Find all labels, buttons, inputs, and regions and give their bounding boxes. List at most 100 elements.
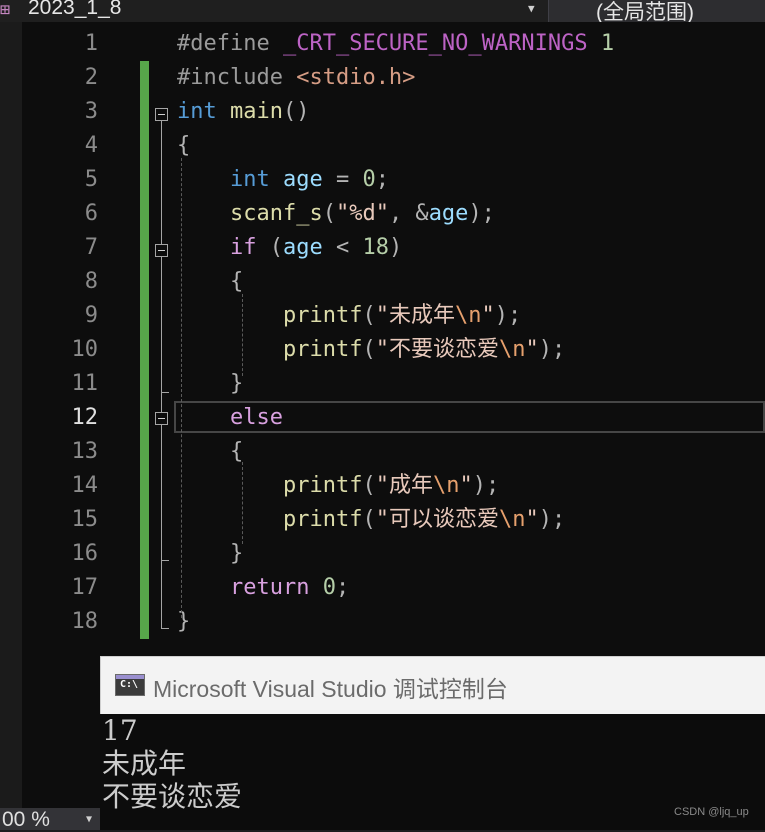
code-token: return	[229, 575, 310, 600]
code-token: 1	[600, 31, 615, 56]
code-line[interactable]: 17 return 0;	[0, 571, 765, 605]
code-text: #include <stdio.h>	[177, 61, 415, 95]
code-token: );	[538, 337, 566, 362]
console-icon-text: C:\	[120, 679, 139, 690]
code-token: age	[282, 167, 323, 192]
code-token: (	[362, 303, 376, 328]
code-token: if	[229, 235, 257, 260]
code-token: "	[525, 337, 539, 362]
code-line[interactable]: 13 {	[0, 435, 765, 469]
code-line[interactable]: 18}	[0, 605, 765, 639]
code-text: return 0;	[177, 571, 349, 605]
zoom-level: 00 %	[2, 808, 50, 831]
code-line[interactable]: 5 int age = 0;	[0, 163, 765, 197]
line-number: 1	[84, 31, 98, 56]
code-line[interactable]: 6 scanf_s("%d", &age);	[0, 197, 765, 231]
fold-end-if	[161, 392, 169, 393]
code-token: printf	[282, 303, 363, 328]
line-number: 13	[71, 439, 99, 464]
console-output-line: 未成年	[102, 747, 187, 780]
code-token: int	[229, 167, 270, 192]
line-number: 16	[71, 541, 99, 566]
code-token: )	[388, 235, 403, 260]
code-text: if (age < 18)	[177, 231, 402, 265]
code-token: "可以谈恋爱	[375, 507, 499, 532]
code-token: _CRT_SECURE_NO_WARNINGS	[282, 31, 588, 56]
code-text: }	[177, 367, 243, 401]
fold-end-else	[161, 560, 169, 561]
scope-dropdown[interactable]: (全局范围)	[556, 0, 765, 24]
chevron-down-icon[interactable]: ▼	[86, 814, 92, 825]
console-output[interactable]: 17 未成年 不要谈恋爱	[102, 714, 762, 813]
code-line[interactable]: 16 }	[0, 537, 765, 571]
code-text: }	[177, 605, 190, 639]
debug-console-window[interactable]: C:\ Microsoft Visual Studio 调试控制台 17 未成年…	[100, 656, 765, 830]
watermark: CSDN @ljq_up	[674, 806, 749, 818]
code-token: "	[459, 473, 473, 498]
console-output-line: 不要谈恋爱	[102, 780, 243, 813]
code-token: age	[282, 235, 323, 260]
code-text: {	[177, 129, 190, 163]
code-token: ;	[375, 167, 389, 192]
line-number: 14	[71, 473, 99, 498]
line-number: 8	[84, 269, 98, 294]
zoom-dropdown[interactable]: 00 % ▼	[0, 808, 100, 831]
console-title-bar[interactable]: C:\ Microsoft Visual Studio 调试控制台	[100, 656, 765, 714]
code-text: printf("可以谈恋爱\n");	[177, 503, 565, 537]
code-token: =	[322, 167, 363, 192]
code-token: );	[538, 507, 566, 532]
code-token: ()	[282, 99, 310, 124]
code-line[interactable]: 11 }	[0, 367, 765, 401]
code-token: printf	[282, 337, 363, 362]
indent-guide	[242, 462, 243, 544]
project-dropdown[interactable]: ⊞ 2023_1_8 ▼	[0, 0, 549, 22]
code-line[interactable]: 15 printf("可以谈恋爱\n");	[0, 503, 765, 537]
console-title: Microsoft Visual Studio 调试控制台	[153, 676, 508, 702]
code-line[interactable]: 12 else	[0, 401, 765, 435]
code-token: , &	[388, 201, 429, 226]
code-line[interactable]: 8 {	[0, 265, 765, 299]
code-line[interactable]: 2 #include <stdio.h>	[0, 61, 765, 95]
code-text: {	[177, 265, 243, 299]
line-number: 10	[71, 337, 99, 362]
code-line[interactable]: 10 printf("不要谈恋爱\n");	[0, 333, 765, 367]
collapse-else-icon[interactable]	[155, 412, 168, 425]
fold-line-else	[161, 425, 162, 560]
code-token: printf	[282, 473, 363, 498]
code-token: "不要谈恋爱	[375, 337, 499, 362]
code-line[interactable]: 4{	[0, 129, 765, 163]
change-tracking-bar	[140, 61, 149, 639]
collapse-if-icon[interactable]	[155, 244, 168, 257]
code-token: ;	[335, 575, 350, 600]
indent-guide	[242, 294, 243, 376]
code-token: #define	[177, 31, 283, 56]
code-token: scanf_s	[229, 201, 323, 226]
code-line[interactable]: 9 printf("未成年\n");	[0, 299, 765, 333]
code-token: <stdio.h>	[296, 65, 416, 90]
code-token: "	[481, 303, 495, 328]
collapse-main-icon[interactable]	[155, 108, 168, 121]
line-number: 2	[84, 65, 98, 90]
code-token: {	[177, 269, 244, 294]
code-text: else	[177, 401, 283, 435]
code-token: 18	[362, 235, 389, 260]
indent-guide	[181, 158, 182, 618]
chevron-down-icon[interactable]: ▼	[528, 2, 535, 15]
line-number: 5	[84, 167, 98, 192]
code-line[interactable]: 14 printf("成年\n");	[0, 469, 765, 503]
code-token: \n	[454, 303, 482, 328]
line-number: 7	[84, 235, 98, 260]
code-line[interactable]: 1 #define _CRT_SECURE_NO_WARNINGS 1	[0, 27, 765, 61]
code-token: }	[177, 371, 244, 396]
editor-navigation-bar: ⊞ 2023_1_8 ▼ (全局范围)	[0, 0, 765, 24]
code-text: #define _CRT_SECURE_NO_WARNINGS 1	[177, 27, 614, 61]
code-line[interactable]: 3 int main()	[0, 95, 765, 129]
console-output-line: 17	[102, 714, 138, 747]
code-line[interactable]: 7 if (age < 18)	[0, 231, 765, 265]
code-token: age	[428, 201, 469, 226]
